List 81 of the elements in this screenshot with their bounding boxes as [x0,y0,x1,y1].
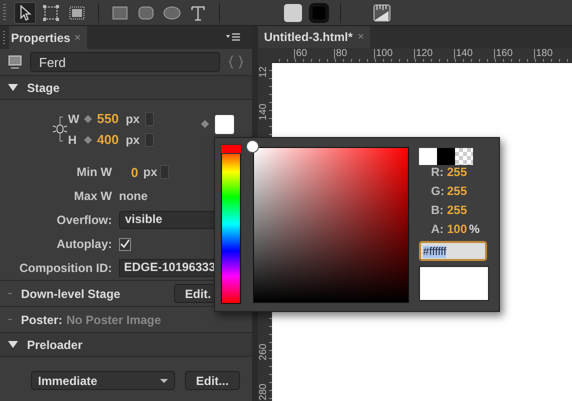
ruler-label: 120 [414,49,433,59]
ruler-label: 160 [494,49,513,59]
properties-tab[interactable]: Properties × [9,26,87,49]
tab-label: Untitled-3.html* [264,30,353,44]
section-title: Preloader [27,338,82,352]
dash-marker [8,319,12,320]
stroke-color-icon [309,2,329,22]
property-value[interactable]: 0 [131,164,138,180]
section-header[interactable]: Stage [0,75,252,100]
hex-field[interactable]: #ffffff [419,241,487,261]
stage-icon [8,55,22,69]
grip-handle[interactable] [3,30,5,44]
keyframe-diamond-icon[interactable] [201,120,209,128]
section-title: Stage [27,80,60,94]
ruler-label: 60 [294,49,308,59]
color-swatch[interactable] [437,148,455,165]
channel-value[interactable]: 255 [447,165,468,179]
row-label: Poster: [21,312,62,326]
channel-value[interactable]: 255 [447,184,468,198]
dimension-value[interactable]: 400 [97,132,119,147]
color-picker-handle[interactable] [246,140,259,153]
hue-slider-handle[interactable] [220,144,242,154]
dash-marker [8,293,12,294]
color-swatch[interactable] [419,148,437,165]
ruler-label: 140 [259,102,269,122]
disclosure-triangle-icon[interactable] [8,84,18,91]
stroke-color-tool[interactable] [308,2,330,24]
panel-menu-icon[interactable] [226,32,240,42]
ruler-tool[interactable] [371,2,393,24]
property-label: Min W [76,165,112,179]
keyframe-diamond-icon[interactable] [84,136,92,144]
property-label: Autoplay: [56,237,112,251]
fill-color-icon [283,2,303,22]
edit-button[interactable]: Edit... [185,371,240,390]
ruler-icon [372,2,392,22]
row-label: Down-level Stage [21,286,120,300]
ruler-label: 100 [374,49,393,59]
fill-color-tool[interactable] [282,2,304,24]
ruler-label: 12 [259,65,269,80]
ruler-label: 80 [334,49,348,59]
code-braces-icon[interactable] [228,54,244,70]
unit-label: px [143,165,158,179]
property-label: Overflow: [56,213,112,227]
ruler-label: 180 [534,49,553,59]
dimension-value[interactable]: 550 [97,111,119,126]
unit-label: px [126,132,140,146]
disclosure-triangle-icon[interactable] [8,341,18,348]
channel-label: R: [431,165,443,179]
dimension-label: W [68,112,79,126]
row-detail: No Poster Image [66,312,162,326]
hue-slider[interactable] [221,144,241,304]
name-field[interactable]: Ferd [30,52,220,72]
tab-label: Properties [11,30,70,44]
channel-value[interactable]: 100 [447,222,468,236]
unit-toggle[interactable] [144,112,154,126]
transform-icon [41,2,61,22]
unit-label: % [469,222,480,236]
unit-toggle[interactable] [160,165,170,179]
preloader-dropdown[interactable]: Immediate [31,371,175,390]
property-label: Max W [72,189,112,203]
ruler-label: 280 [259,382,269,401]
pointer-tool[interactable] [14,2,36,24]
channel-label: G: [431,184,443,198]
ruler-label: 260 [259,342,269,362]
transparent-swatch[interactable] [455,148,473,165]
channel-label: A: [431,222,443,236]
grip-handle[interactable] [3,4,6,22]
channel-value[interactable]: 255 [447,203,468,217]
unit-label: px [126,112,140,126]
property-label: Composition ID: [18,261,112,275]
document-tab[interactable]: Untitled-3.html* × [258,26,370,48]
color-preview [419,266,489,301]
ruler-label: 140 [454,49,473,59]
keyframe-diamond-icon[interactable] [84,114,92,122]
unit-toggle[interactable] [144,132,154,146]
background-color-swatch[interactable] [215,114,234,134]
checkbox[interactable] [119,238,131,250]
section-header[interactable]: Preloader [0,332,252,357]
dimension-label: H [68,132,78,146]
channel-label: B: [431,203,443,217]
saturation-brightness-square[interactable] [253,147,409,303]
